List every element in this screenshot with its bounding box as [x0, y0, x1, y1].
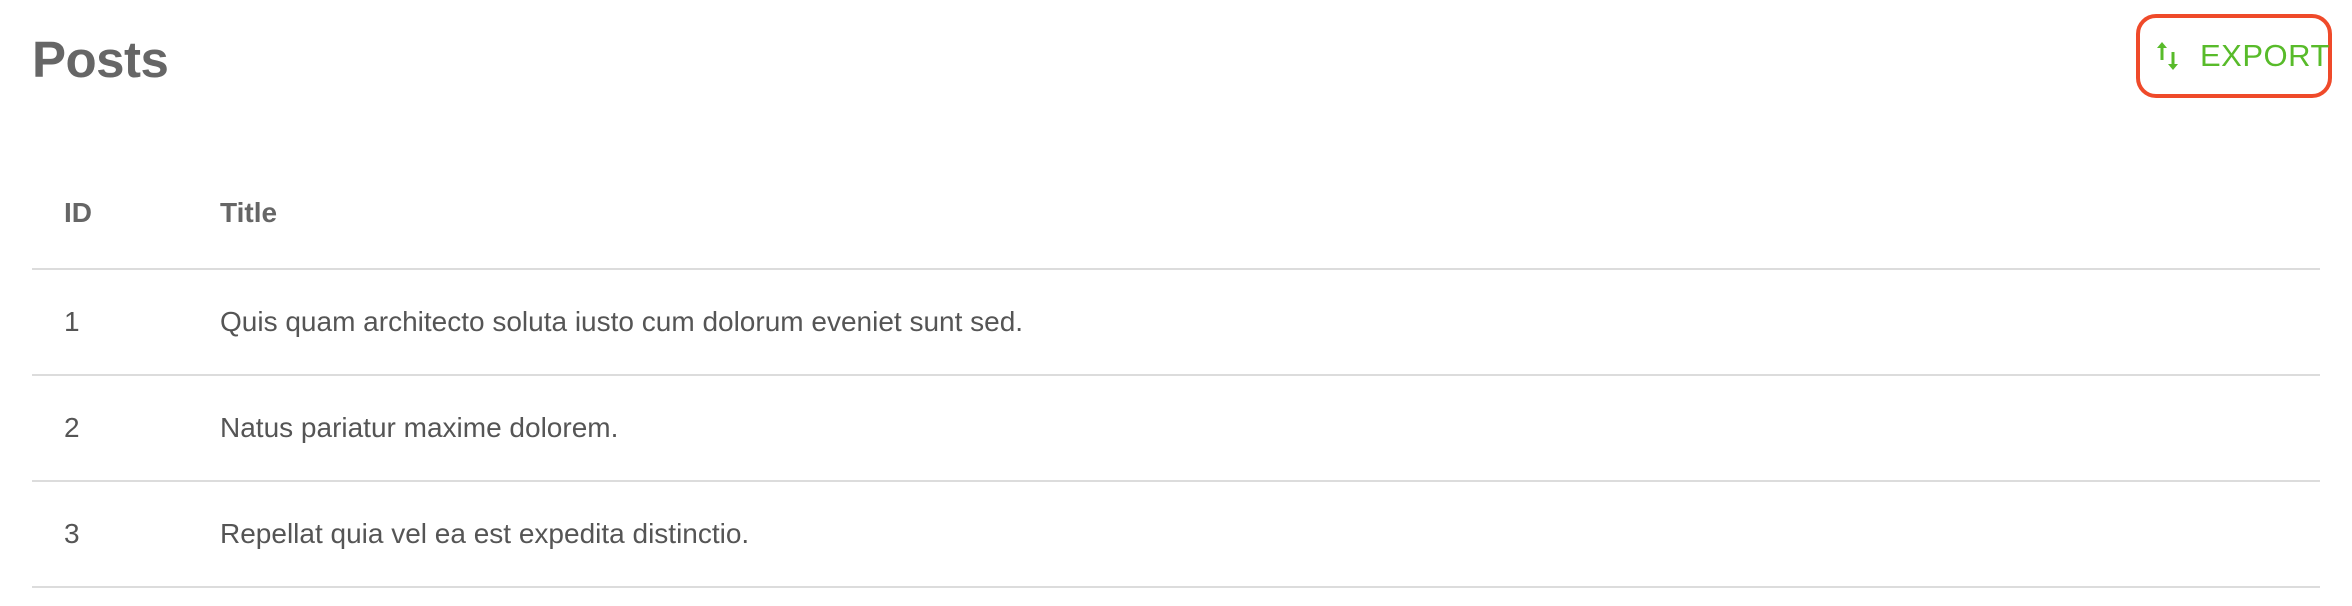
row-id-cell: 2 [64, 412, 80, 443]
column-header-id[interactable]: ID [32, 195, 220, 231]
table-header: ID Title [32, 158, 2320, 270]
column-header-title[interactable]: Title [220, 195, 2320, 231]
export-button[interactable]: EXPORT [2136, 14, 2332, 98]
export-label: EXPORT [2200, 38, 2330, 73]
page-title: Posts [32, 31, 169, 88]
row-id-cell: 3 [64, 518, 80, 549]
posts-table: ID Title 1 Quis quam architecto soluta i… [32, 158, 2320, 588]
row-title-cell: Repellat quia vel ea est expedita distin… [220, 518, 750, 549]
row-title-cell: Natus pariatur maxime dolorem. [220, 412, 619, 443]
table-row[interactable]: 3 Repellat quia vel ea est expedita dist… [32, 482, 2320, 588]
table-row[interactable]: 2 Natus pariatur maxime dolorem. [32, 376, 2320, 482]
row-title-cell: Quis quam architecto soluta iusto cum do… [220, 306, 1024, 337]
sort-arrows-icon [2156, 38, 2180, 74]
table-row[interactable]: 1 Quis quam architecto soluta iusto cum … [32, 270, 2320, 376]
row-id-cell: 1 [64, 306, 80, 337]
